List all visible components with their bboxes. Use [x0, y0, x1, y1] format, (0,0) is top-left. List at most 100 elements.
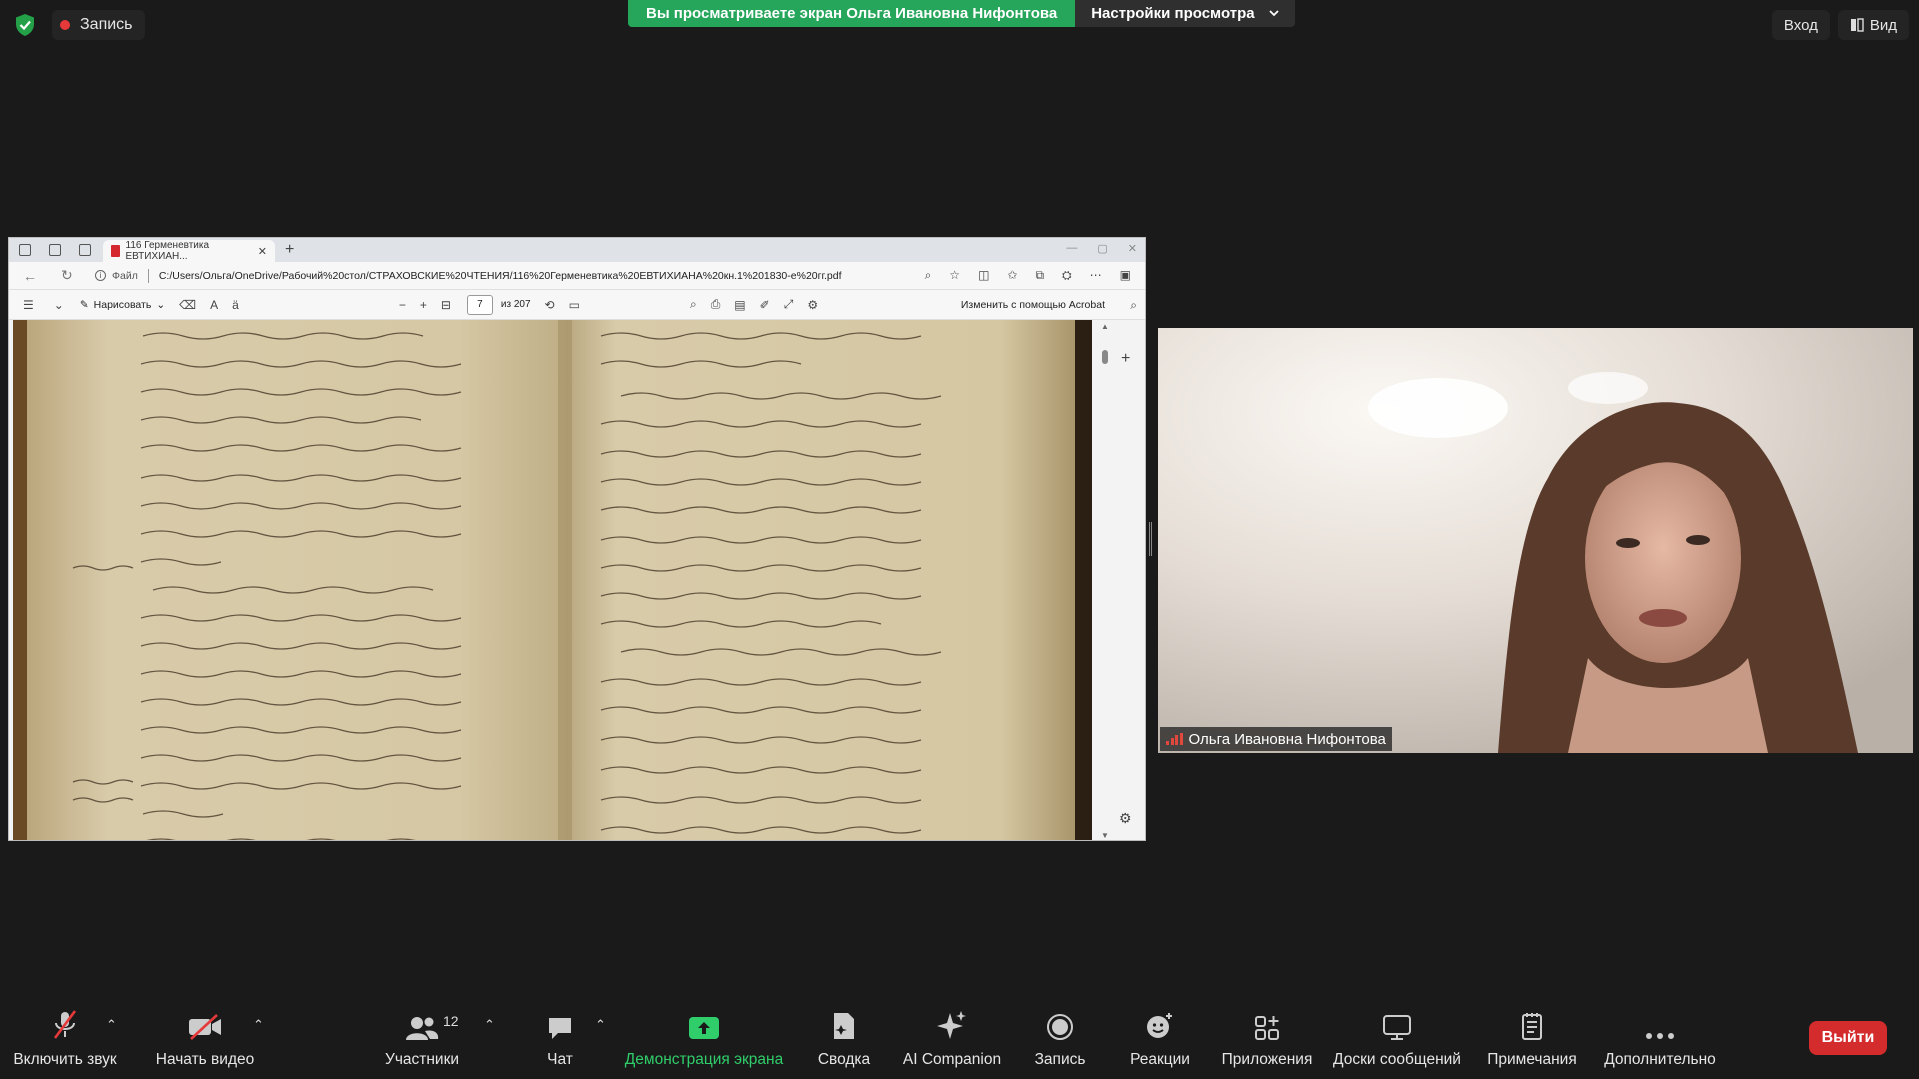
pdf-viewer[interactable]: ▲ ▼ + ⚙	[9, 320, 1145, 840]
pdf-file-icon	[111, 245, 120, 257]
view-button[interactable]: Вид	[1837, 10, 1909, 40]
login-button[interactable]: Вход	[1771, 10, 1830, 40]
tab-close-icon[interactable]: ✕	[258, 245, 267, 258]
share-screen-icon	[689, 1017, 719, 1039]
fullscreen-icon[interactable]: ⤢	[784, 297, 794, 312]
pdf-search-icon[interactable]: ⌕	[1130, 298, 1137, 313]
video-options-chevron-icon[interactable]: ⌃	[253, 1017, 264, 1033]
workspaces-icon[interactable]	[49, 244, 61, 256]
vertical-scrollbar[interactable]: ▲ ▼	[1099, 320, 1111, 840]
eraser-icon[interactable]: ⌫	[179, 298, 196, 312]
draw-button[interactable]: ✎ Нарисовать ⌄	[80, 299, 165, 311]
back-icon[interactable]: ←	[23, 268, 41, 284]
edit-with-acrobat-button[interactable]: Изменить с помощью Acrobat	[961, 299, 1105, 311]
more-menu-icon[interactable]: ⋯	[1090, 268, 1102, 283]
summary-icon	[834, 1013, 854, 1039]
refresh-icon[interactable]: ↻	[61, 267, 79, 284]
screen-share-banner: Вы просматриваете экран Ольга Ивановна Н…	[628, 0, 1295, 27]
security-shield-icon[interactable]	[14, 13, 36, 37]
browser-tab-bar: 116 Герменевтика ЕВТИХИАН... ✕ + — ▢ ✕	[9, 238, 1145, 262]
top-right-controls: Вход Вид	[1771, 10, 1909, 40]
site-info[interactable]: i Файл	[95, 270, 138, 282]
separator	[147, 268, 149, 283]
split-view-handle[interactable]	[1149, 522, 1152, 556]
chevron-down-icon	[1268, 10, 1279, 17]
draw-pen-icon: ✎	[79, 298, 89, 311]
more-button[interactable]: Дополнительно	[1602, 1001, 1718, 1079]
pdf-toolbar: ☰ ⌄ ✎ Нарисовать ⌄ ⌫ A ä − + ⊟ 7 из 207 …	[9, 290, 1145, 320]
view-settings-button[interactable]: Настройки просмотра	[1075, 0, 1295, 27]
address-bar-icons: ⌕ ☆ ◫ ✩ ⧉ ⛭ ⋯ ▣	[925, 268, 1131, 283]
start-video-button[interactable]: Начать видео	[150, 1001, 260, 1079]
participants-icon	[406, 1017, 439, 1040]
maximize-icon[interactable]: ▢	[1097, 242, 1107, 255]
chat-button[interactable]: Чат	[540, 1001, 580, 1079]
split-screen-icon[interactable]: ◫	[978, 268, 989, 283]
new-tab-icon[interactable]: +	[285, 241, 294, 259]
whiteboard-icon	[1383, 1015, 1411, 1040]
favorite-star-icon[interactable]: ☆	[949, 268, 960, 283]
manuscript-page-image	[13, 320, 1092, 840]
read-aloud-icon[interactable]: ä	[232, 298, 239, 312]
apps-button[interactable]: Приложения	[1220, 1001, 1314, 1079]
summary-button[interactable]: Сводка	[814, 1001, 874, 1079]
sidebar-icon[interactable]: ▣	[1120, 268, 1131, 283]
page-view-icon[interactable]: ▭	[569, 298, 580, 312]
sidebar-settings-icon[interactable]: ⚙	[1119, 810, 1132, 827]
reactions-smile-icon	[1147, 1013, 1172, 1038]
save-as-icon[interactable]: ✐	[760, 298, 770, 312]
window-controls: — ▢ ✕	[1066, 242, 1137, 255]
extensions-icon[interactable]: ⛭	[1062, 268, 1072, 283]
url-text[interactable]: C:/Users/Ольга/OneDrive/Рабочий%20стол/С…	[159, 270, 842, 282]
minimize-icon[interactable]: —	[1066, 242, 1077, 255]
participant-video[interactable]: Ольга Ивановна Нифонтова	[1158, 328, 1913, 753]
search-icon[interactable]: ⌕	[690, 297, 697, 312]
fit-page-icon[interactable]: ⊟	[441, 298, 451, 312]
share-screen-button[interactable]: Демонстрация экрана	[624, 1001, 784, 1079]
print-icon[interactable]: ⎙	[711, 297, 721, 312]
leave-meeting-button[interactable]: Выйти	[1809, 1021, 1887, 1055]
browser-tab-pdf[interactable]: 116 Герменевтика ЕВТИХИАН... ✕	[103, 240, 275, 262]
participants-options-chevron-icon[interactable]: ⌃	[484, 1017, 495, 1033]
recording-indicator[interactable]: Запись	[52, 10, 145, 40]
whiteboards-button[interactable]: Доски сообщений	[1332, 1001, 1462, 1079]
shared-screen[interactable]: 116 Герменевтика ЕВТИХИАН... ✕ + — ▢ ✕ ←…	[8, 237, 1146, 841]
page-number-input[interactable]: 7	[466, 294, 493, 315]
reactions-button[interactable]: Реакции	[1128, 1001, 1192, 1079]
text-icon[interactable]: A	[210, 298, 218, 312]
settings-gear-icon[interactable]: ⚙	[807, 298, 818, 312]
start-video-label: Начать видео	[155, 1051, 255, 1068]
view-settings-label: Настройки просмотра	[1091, 5, 1255, 22]
zoom-icon[interactable]: ⌕	[925, 268, 932, 283]
zoom-out-icon[interactable]: −	[399, 298, 406, 312]
save-icon[interactable]: ▤	[734, 298, 745, 312]
zoom-in-icon[interactable]: +	[420, 298, 427, 312]
add-sidebar-icon[interactable]: +	[1121, 350, 1130, 368]
file-label: Файл	[112, 269, 138, 282]
notes-button[interactable]: Примечания	[1484, 1001, 1580, 1079]
collections-icon[interactable]: ⧉	[1035, 268, 1044, 283]
mic-muted-icon	[53, 1010, 77, 1039]
recording-dot-icon	[60, 20, 70, 30]
contents-icon[interactable]: ☰	[23, 298, 34, 312]
record-button[interactable]: Запись	[1030, 1001, 1090, 1079]
tab-actions-icon[interactable]	[79, 244, 91, 256]
audio-options-chevron-icon[interactable]: ⌃	[106, 1017, 117, 1033]
scroll-up-icon[interactable]: ▲	[1101, 322, 1109, 331]
favorites-icon[interactable]: ✩	[1007, 268, 1017, 283]
chat-icon	[549, 1018, 571, 1039]
unmute-button[interactable]: Включить звук	[12, 1001, 118, 1079]
profile-icon[interactable]	[19, 244, 31, 256]
record-icon	[1047, 1014, 1073, 1040]
rotate-icon[interactable]: ⟲	[545, 298, 555, 312]
chat-options-chevron-icon[interactable]: ⌃	[595, 1017, 606, 1033]
view-label: Вид	[1869, 16, 1897, 34]
close-window-icon[interactable]: ✕	[1128, 242, 1137, 255]
apps-label: Приложения	[1221, 1051, 1313, 1068]
tab-title: 116 Герменевтика ЕВТИХИАН...	[125, 240, 210, 262]
ai-companion-button[interactable]: AI Companion	[900, 1001, 1004, 1079]
highlight-icon[interactable]: ⌄	[54, 298, 64, 312]
reactions-label: Реакции	[1130, 1051, 1190, 1068]
scrollbar-thumb[interactable]	[1102, 350, 1108, 364]
scroll-down-icon[interactable]: ▼	[1101, 831, 1109, 840]
